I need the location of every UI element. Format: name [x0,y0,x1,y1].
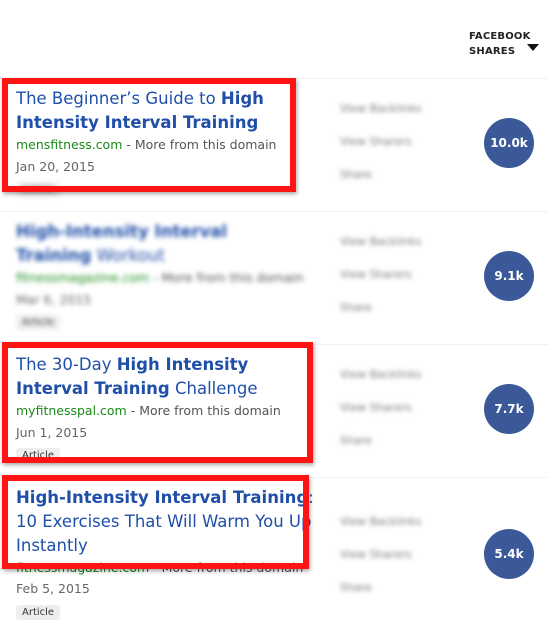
result-date: Mar 6, 2015 [16,292,92,307]
result-meta: mensfitness.com - More from this domain [16,137,276,152]
more-from-domain-link[interactable]: - More from this domain [149,560,303,575]
result-meta: myfitnesspal.com - More from this domain [16,403,281,418]
view-sharers-button[interactable]: View Sharers [340,401,422,434]
result-date: Feb 5, 2015 [16,581,90,596]
result-title-link[interactable]: High-Intensity Interval Training Workout [16,220,306,268]
more-from-domain-link[interactable]: - More from this domain [149,270,303,285]
more-from-domain-link[interactable]: - More from this domain [122,137,276,152]
domain-link[interactable]: myfitnesspal.com [16,403,127,418]
result-meta: fitnessmagazine.com - More from this dom… [16,560,303,575]
result-date: Jun 1, 2015 [16,425,88,440]
type-badge: Article [16,448,61,463]
share-button[interactable]: Share [340,301,422,334]
view-sharers-button[interactable]: View Sharers [340,548,422,581]
share-button[interactable]: Share [340,434,422,467]
results-header: FACEBOOK SHARES [0,0,548,79]
triangle-down-icon[interactable] [527,44,539,51]
result-date: Jan 20, 2015 [16,159,95,174]
share-count-badge: 9.1k [484,251,534,301]
result-title-link[interactable]: High-Intensity Interval Training: 10 Exe… [16,486,316,558]
type-badge: Article [16,182,61,197]
domain-link[interactable]: fitnessmagazine.com [16,270,149,285]
type-badge: Article [16,605,61,620]
share-button[interactable]: Share [340,581,422,614]
result-row: High-Intensity Interval Training: 10 Exe… [0,477,548,621]
view-backlinks-button[interactable]: View Backlinks [340,235,422,268]
result-row: The Beginner’s Guide to High Intensity I… [0,78,548,212]
view-backlinks-button[interactable]: View Backlinks [340,102,422,135]
result-actions: View Backlinks View Sharers Share [340,368,422,467]
result-row: The 30-Day High Intensity Interval Train… [0,344,548,478]
result-row: High-Intensity Interval Training Workout… [0,211,548,345]
facebook-shares-column-header[interactable]: FACEBOOK SHARES [469,29,531,59]
result-title-link[interactable]: The Beginner’s Guide to High Intensity I… [16,87,306,135]
share-count-badge: 7.7k [484,384,534,434]
type-badge: Article [16,315,61,330]
domain-link[interactable]: fitnessmagazine.com [16,560,149,575]
result-meta: fitnessmagazine.com - More from this dom… [16,270,303,285]
view-backlinks-button[interactable]: View Backlinks [340,368,422,401]
result-actions: View Backlinks View Sharers Share [340,102,422,201]
share-count-badge: 5.4k [484,529,534,579]
more-from-domain-link[interactable]: - More from this domain [127,403,281,418]
view-sharers-button[interactable]: View Sharers [340,268,422,301]
view-backlinks-button[interactable]: View Backlinks [340,515,422,548]
view-sharers-button[interactable]: View Sharers [340,135,422,168]
result-actions: View Backlinks View Sharers Share [340,235,422,334]
result-actions: View Backlinks View Sharers Share [340,515,422,614]
domain-link[interactable]: mensfitness.com [16,137,122,152]
share-count-badge: 10.0k [484,118,534,168]
result-title-link[interactable]: The 30-Day High Intensity Interval Train… [16,353,316,401]
share-button[interactable]: Share [340,168,422,201]
